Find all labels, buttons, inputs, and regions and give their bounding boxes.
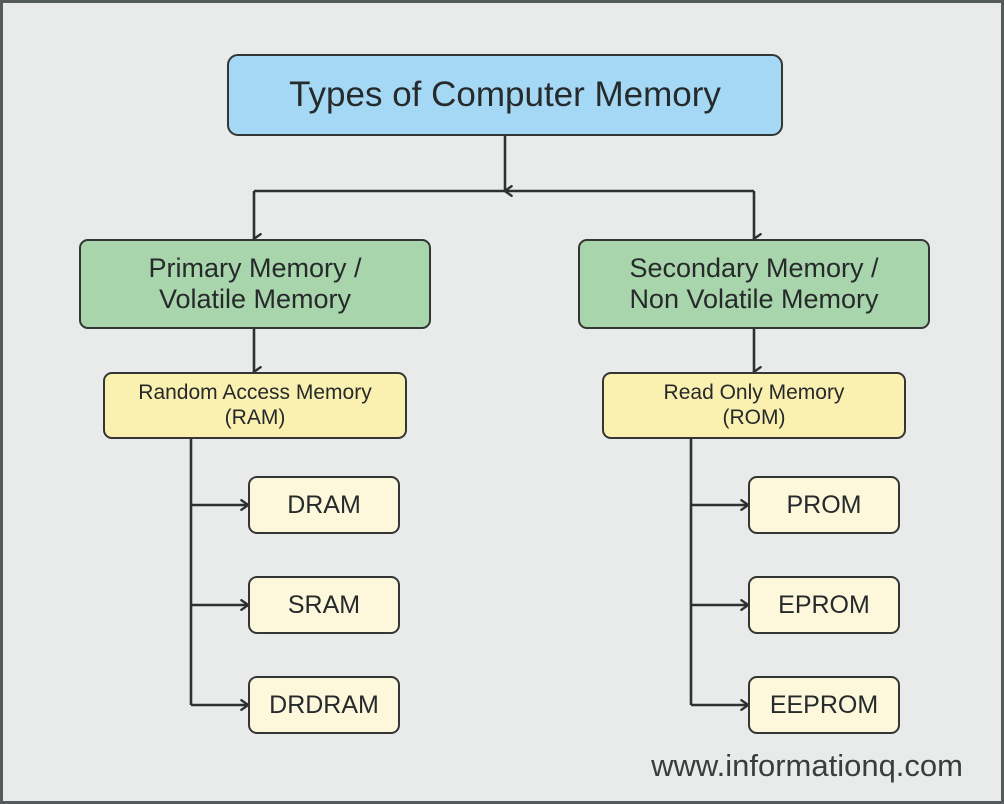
diagram-canvas: Types of Computer Memory Primary Memory …: [0, 0, 1004, 804]
node-secondary-memory[interactable]: Secondary Memory / Non Volatile Memory: [578, 239, 930, 329]
node-dram[interactable]: DRAM: [248, 476, 400, 534]
node-random-access-memory[interactable]: Random Access Memory (RAM): [103, 372, 407, 439]
node-eprom[interactable]: EPROM: [748, 576, 900, 634]
node-eeprom[interactable]: EEPROM: [748, 676, 900, 734]
node-prom[interactable]: PROM: [748, 476, 900, 534]
watermark: www.informationq.com: [651, 748, 963, 783]
node-read-only-memory[interactable]: Read Only Memory (ROM): [602, 372, 906, 439]
node-drdram[interactable]: DRDRAM: [248, 676, 400, 734]
node-primary-memory[interactable]: Primary Memory / Volatile Memory: [79, 239, 431, 329]
node-sram[interactable]: SRAM: [248, 576, 400, 634]
node-types-of-computer-memory[interactable]: Types of Computer Memory: [227, 54, 783, 136]
